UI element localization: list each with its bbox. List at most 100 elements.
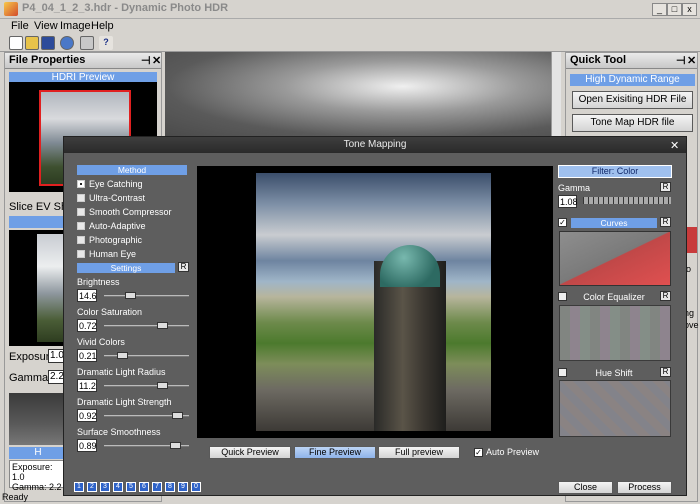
cathedral-dome bbox=[380, 245, 440, 287]
hue-shift-reset-button[interactable]: R bbox=[660, 367, 671, 377]
radio-icon bbox=[77, 236, 85, 244]
slider-value-field[interactable]: 0.89 bbox=[77, 439, 97, 452]
scrollbar-vertical[interactable] bbox=[551, 52, 561, 138]
hdr-icon[interactable] bbox=[60, 36, 74, 50]
method-auto-adaptive[interactable]: Auto-Adaptive bbox=[77, 219, 187, 233]
slider-label: Brightness bbox=[77, 277, 120, 287]
method-label: Method bbox=[77, 165, 187, 175]
pin-icon[interactable]: ⊣ bbox=[141, 54, 151, 69]
open-hdr-button[interactable]: Open Exisiting HDR File bbox=[572, 91, 693, 109]
maximize-button[interactable]: □ bbox=[667, 3, 682, 16]
slider-value-field[interactable]: 0.21 bbox=[77, 349, 97, 362]
new-file-icon[interactable] bbox=[9, 36, 23, 50]
method-eye-catching[interactable]: Eye Catching bbox=[77, 177, 187, 191]
open-folder-icon[interactable] bbox=[25, 36, 39, 50]
tone-mapping-dialog: Tone Mapping ✕ Method Eye Catching Ultra… bbox=[63, 136, 687, 496]
main-image-canvas[interactable] bbox=[165, 52, 561, 138]
method-label: Human Eye bbox=[89, 249, 137, 259]
gamma-reset-button[interactable]: R bbox=[660, 182, 671, 192]
method-label: Auto-Adaptive bbox=[89, 221, 146, 231]
slider-value-field[interactable]: 11.2 bbox=[77, 379, 97, 392]
pin-icon[interactable]: ⊣ bbox=[676, 54, 686, 69]
slider-label: Dramatic Light Strength bbox=[77, 397, 172, 407]
help-icon[interactable]: ? bbox=[99, 36, 113, 50]
quick-preview-button[interactable]: Quick Preview bbox=[209, 446, 291, 459]
slider-track[interactable] bbox=[104, 295, 189, 297]
auto-preview-checkbox[interactable]: ✓ bbox=[474, 448, 483, 457]
slider-thumb[interactable] bbox=[157, 322, 168, 329]
fine-preview-button[interactable]: Fine Preview bbox=[294, 446, 376, 459]
close-icon[interactable]: ✕ bbox=[687, 54, 696, 69]
gamma-value-field[interactable]: 1.08 bbox=[558, 195, 578, 208]
filter-color-button[interactable]: Filter: Color bbox=[558, 165, 672, 178]
histogram bbox=[9, 393, 67, 445]
window-title: P4_04_1_2_3.hdr - Dynamic Photo HDR bbox=[22, 2, 229, 14]
gamma-label: Gamma bbox=[558, 183, 591, 193]
method-label: Ultra-Contrast bbox=[89, 193, 146, 203]
gamma-slider[interactable] bbox=[583, 197, 671, 204]
radio-icon bbox=[77, 208, 85, 216]
minimize-button[interactable]: _ bbox=[652, 3, 667, 16]
menu-image[interactable]: Image bbox=[60, 20, 91, 32]
hue-shift-checkbox[interactable] bbox=[558, 368, 567, 377]
color-equalizer-reset-button[interactable]: R bbox=[660, 291, 671, 301]
curves-editor[interactable] bbox=[559, 231, 671, 286]
close-icon[interactable]: ✕ bbox=[152, 54, 161, 69]
preview-image[interactable] bbox=[256, 173, 491, 431]
status-text: Ready bbox=[2, 492, 29, 502]
method-list: Eye Catching Ultra-Contrast Smooth Compr… bbox=[77, 177, 187, 261]
radio-icon bbox=[77, 180, 85, 188]
hdr-section-label: High Dynamic Range bbox=[570, 74, 695, 86]
menu-view[interactable]: View bbox=[34, 20, 58, 32]
file-properties-title: File Properties bbox=[9, 54, 86, 66]
slider-thumb[interactable] bbox=[117, 352, 128, 359]
tone-map-button[interactable]: Tone Map HDR file bbox=[572, 114, 693, 132]
status-bar: Ready bbox=[0, 491, 700, 504]
method-photographic[interactable]: Photographic bbox=[77, 233, 187, 247]
app-icon bbox=[4, 2, 18, 16]
info-exposure: Exposure: 1.0 bbox=[12, 462, 53, 482]
radio-icon bbox=[77, 222, 85, 230]
menu-file[interactable]: File bbox=[11, 20, 29, 32]
method-ultra-contrast[interactable]: Ultra-Contrast bbox=[77, 191, 187, 205]
color-equalizer-checkbox[interactable] bbox=[558, 292, 567, 301]
dialog-close-icon[interactable]: ✕ bbox=[670, 139, 679, 152]
slider-value-field[interactable]: 14.6 bbox=[77, 289, 97, 302]
method-label: Smooth Compressor bbox=[89, 207, 172, 217]
slider-thumb[interactable] bbox=[172, 412, 183, 419]
title-bar: P4_04_1_2_3.hdr - Dynamic Photo HDR _ □ … bbox=[0, 0, 700, 19]
settings-reset-button[interactable]: R bbox=[178, 262, 189, 272]
slider-label: Color Saturation bbox=[77, 307, 143, 317]
curves-checkbox[interactable]: ✓ bbox=[558, 218, 567, 227]
slider-thumb[interactable] bbox=[170, 442, 181, 449]
slider-value-field[interactable]: 0.92 bbox=[77, 409, 97, 422]
slider-thumb[interactable] bbox=[125, 292, 136, 299]
method-smooth-compressor[interactable]: Smooth Compressor bbox=[77, 205, 187, 219]
method-label: Eye Catching bbox=[89, 179, 143, 189]
radio-icon bbox=[77, 194, 85, 202]
color-equalizer-grid[interactable] bbox=[559, 305, 671, 361]
curves-reset-button[interactable]: R bbox=[660, 217, 671, 227]
quick-tool-title: Quick Tool bbox=[570, 54, 627, 66]
print-icon[interactable] bbox=[80, 36, 94, 50]
settings-sliders: Brightness 14.6 Color Saturation 0.72 Vivid … bbox=[77, 277, 192, 457]
slider-thumb[interactable] bbox=[157, 382, 168, 389]
slider-track[interactable] bbox=[104, 385, 189, 387]
menu-help[interactable]: Help bbox=[91, 20, 114, 32]
save-icon[interactable] bbox=[41, 36, 55, 50]
method-human-eye[interactable]: Human Eye bbox=[77, 247, 187, 261]
close-window-button[interactable]: x bbox=[682, 3, 697, 16]
slider-label: Dramatic Light Radius bbox=[77, 367, 166, 377]
hue-shift-grid[interactable] bbox=[559, 380, 671, 437]
slider-track[interactable] bbox=[104, 325, 189, 327]
curves-label: Curves bbox=[571, 218, 657, 228]
method-label: Photographic bbox=[89, 235, 143, 245]
gamma-label: Gamma bbox=[9, 372, 49, 384]
slider-value-field[interactable]: 0.72 bbox=[77, 319, 97, 332]
quick-tool-header: Quick Tool ⊣ ✕ bbox=[566, 53, 697, 69]
file-properties-header: File Properties ⊣ ✕ bbox=[5, 53, 161, 69]
settings-label: Settings bbox=[77, 263, 175, 273]
full-preview-button[interactable]: Full preview bbox=[378, 446, 460, 459]
tone-mapping-titlebar: Tone Mapping bbox=[64, 137, 686, 153]
radio-icon bbox=[77, 250, 85, 258]
